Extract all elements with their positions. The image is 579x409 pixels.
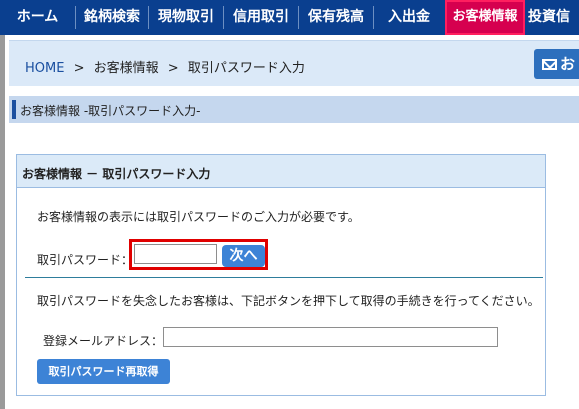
nav-item-margin-trading[interactable]: 信用取引 [224, 0, 298, 35]
nav-item-stock-search[interactable]: 銘柄検索 [76, 0, 148, 35]
breadcrumb-separator: > [167, 61, 179, 76]
reissue-password-button[interactable]: 取引パスワード再取得 [37, 359, 170, 384]
nav-item-holdings[interactable]: 保有残高 [299, 0, 373, 35]
divider [25, 277, 543, 278]
panel-title: お客様情報 － 取引パスワード入力 [22, 167, 211, 181]
left-gutter [0, 35, 5, 409]
nav-item-deposit-withdrawal[interactable]: 入出金 [374, 0, 444, 35]
next-button[interactable]: 次へ [222, 245, 265, 267]
breadcrumb-home-link[interactable]: HOME [25, 61, 64, 76]
nav-item-spot-trading[interactable]: 現物取引 [149, 0, 223, 35]
mail-button[interactable]: お [534, 49, 579, 79]
password-label: 取引パスワード： [37, 253, 134, 267]
breadcrumb-band: HOME > お客様情報 > 取引パスワード入力 お [9, 40, 579, 86]
nav-item-customer-info[interactable]: お客様情報 [445, 0, 525, 35]
email-label: 登録メールアドレス： [43, 334, 164, 348]
breadcrumb-separator: > [73, 61, 85, 76]
nav-item-investment-trust[interactable]: 投資信 [528, 0, 579, 35]
section-marker [12, 100, 16, 119]
envelope-icon [542, 59, 557, 70]
password-required-notice: お客様情報の表示には取引パスワードのご入力が必要です。 [37, 210, 360, 224]
panel-header: お客様情報 － 取引パスワード入力 [17, 155, 545, 188]
breadcrumb-current-page: 取引パスワード入力 [187, 61, 305, 76]
section-title-bar: お客様情報 -取引パスワード入力- [9, 96, 579, 123]
password-panel: お客様情報 － 取引パスワード入力 お客様情報の表示には取引パスワードのご入力が… [16, 154, 546, 396]
nav-item-home[interactable]: ホーム [0, 0, 75, 35]
top-navigation: ホーム 銘柄検索 現物取引 信用取引 保有残高 入出金 お客様情報 投資信 [0, 0, 579, 35]
registered-email-input[interactable] [163, 327, 498, 347]
breadcrumb: HOME > お客様情報 > 取引パスワード入力 [25, 57, 305, 76]
breadcrumb-customer-info: お客様情報 [93, 61, 159, 76]
trading-password-input[interactable] [134, 244, 217, 264]
section-title: お客様情報 -取引パスワード入力- [20, 104, 201, 118]
mail-button-label: お [560, 55, 576, 73]
lost-password-note: 取引パスワードを失念したお客様は、下記ボタンを押下して取得の手続きを行ってくださ… [37, 294, 540, 308]
